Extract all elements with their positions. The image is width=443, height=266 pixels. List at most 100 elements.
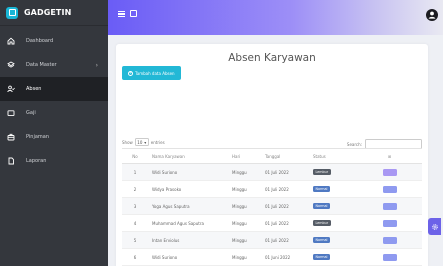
cell-hari: Minggu — [228, 248, 261, 266]
status-badge: Lembur — [313, 169, 331, 175]
cell-hari: Minggu — [228, 180, 261, 198]
sidebar-nav: Dashboard Data Master › Absen Gaji Pinja… — [0, 26, 108, 173]
layers-icon — [7, 61, 15, 69]
cell-nama: Widya Prasoko — [148, 180, 228, 198]
sidebar-item-dashboard[interactable]: Dashboard — [0, 29, 108, 53]
add-absen-label: Tambah data Absen — [135, 70, 175, 76]
cell-status: Lembur — [309, 163, 357, 181]
column-header-no[interactable]: No — [122, 148, 148, 164]
brand-name: GADGETIN — [24, 8, 72, 17]
cell-action — [357, 197, 422, 215]
edit-row-button[interactable] — [382, 219, 397, 227]
column-header-nama[interactable]: Nama Karyawan — [148, 148, 228, 164]
column-header-hari[interactable]: Hari — [228, 148, 261, 164]
brand-logo-icon — [6, 6, 18, 19]
table-body: 1 Widi Suriono Minggu 01 Juli 2022 Lembu… — [122, 163, 422, 266]
user-check-icon — [7, 85, 15, 93]
topbar — [108, 0, 443, 35]
chevron-down-icon: ▾ — [144, 139, 147, 145]
status-badge: Normal — [313, 203, 330, 209]
entries-length-control: Show 10 ▾ entries — [122, 138, 165, 146]
column-header-action-icon[interactable]: ⊞ — [357, 148, 422, 164]
file-icon — [7, 157, 15, 165]
cell-no: 5 — [122, 231, 148, 249]
cell-tanggal: 01 Juli 2022 — [261, 214, 309, 232]
cell-action — [357, 248, 422, 266]
page-title: Absen Karyawan — [228, 52, 316, 64]
search-label: Search: — [346, 141, 362, 147]
status-badge: Normal — [313, 186, 330, 192]
user-avatar-icon[interactable] — [426, 6, 438, 21]
cell-tanggal: 01 Juli 2022 — [261, 197, 309, 215]
edit-row-button[interactable] — [382, 185, 397, 193]
folder-icon — [7, 109, 15, 117]
edit-row-button[interactable] — [382, 202, 397, 210]
cell-tanggal: 01 Juni 2022 — [261, 248, 309, 266]
sidebar-item-data-master[interactable]: Data Master › — [0, 53, 108, 77]
cell-nama: Yoga Agus Saputra — [148, 197, 228, 215]
cell-action — [357, 180, 422, 198]
status-badge: Lembur — [313, 220, 331, 226]
table-row: 6 Widi Suriono Minggu 01 Juni 2022 Norma… — [122, 248, 422, 266]
table-row: 4 Muhammad Agus Saputra Minggu 01 Juli 2… — [122, 214, 422, 232]
cell-nama: Widi Suriono — [148, 163, 228, 181]
sidebar-item-label: Absen — [26, 86, 42, 92]
home-icon — [7, 37, 15, 45]
table-row: 5 Intan Erviolus Minggu 01 Juli 2022 Nor… — [122, 231, 422, 249]
cell-hari: Minggu — [228, 231, 261, 249]
show-prefix: Show — [122, 139, 133, 145]
cell-action — [357, 214, 422, 232]
sidebar-item-label: Laporan — [26, 158, 47, 164]
column-header-status[interactable]: Status — [309, 148, 357, 164]
cell-status: Normal — [309, 231, 357, 249]
status-badge: Normal — [313, 237, 330, 243]
cell-no: 3 — [122, 197, 148, 215]
entries-select[interactable]: 10 ▾ — [134, 138, 149, 146]
cell-nama: Muhammad Agus Saputra — [148, 214, 228, 232]
chevron-right-icon: › — [95, 61, 98, 69]
table-row: 2 Widya Prasoko Minggu 01 Juli 2022 Norm… — [122, 180, 422, 198]
sidebar-item-label: Gaji — [26, 110, 36, 116]
sidebar: GADGETIN Dashboard Data Master › Absen G… — [0, 0, 108, 266]
sidebar-item-absen[interactable]: Absen — [0, 77, 108, 101]
gear-icon — [431, 223, 438, 230]
cell-no: 2 — [122, 180, 148, 198]
plus-circle-icon: + — [128, 70, 133, 76]
fullscreen-icon[interactable] — [130, 10, 137, 17]
brand[interactable]: GADGETIN — [0, 0, 108, 26]
edit-row-button[interactable] — [382, 236, 397, 244]
sidebar-item-label: Data Master — [26, 62, 57, 68]
cell-action — [357, 231, 422, 249]
edit-row-button[interactable] — [382, 168, 397, 176]
status-badge: Normal — [313, 254, 330, 260]
cell-hari: Minggu — [228, 163, 261, 181]
add-absen-button[interactable]: + Tambah data Absen — [122, 66, 181, 80]
hamburger-menu-icon[interactable] — [118, 11, 125, 17]
column-header-tanggal[interactable]: Tanggal — [261, 148, 309, 164]
settings-gear-button[interactable] — [428, 218, 441, 235]
cell-no: 4 — [122, 214, 148, 232]
table-header-row: No Nama Karyawan Hari Tanggal Status ⊞ — [122, 148, 422, 164]
cell-no: 6 — [122, 248, 148, 266]
show-suffix: entries — [150, 139, 165, 145]
sidebar-item-gaji[interactable]: Gaji — [0, 101, 108, 125]
cell-nama: Intan Erviolus — [148, 231, 228, 249]
sidebar-item-laporan[interactable]: Laporan — [0, 149, 108, 173]
sidebar-item-label: Pinjaman — [26, 134, 50, 140]
cell-status: Normal — [309, 180, 357, 198]
sidebar-item-label: Dashboard — [26, 38, 54, 44]
table-row: 3 Yoga Agus Saputra Minggu 01 Juli 2022 … — [122, 197, 422, 215]
briefcase-icon — [7, 133, 15, 141]
cell-tanggal: 01 Juli 2022 — [261, 163, 309, 181]
edit-row-button[interactable] — [382, 253, 397, 261]
cell-nama: Widi Suriono — [148, 248, 228, 266]
cell-status: Normal — [309, 248, 357, 266]
cell-hari: Minggu — [228, 197, 261, 215]
cell-tanggal: 01 Juli 2022 — [261, 180, 309, 198]
absen-table: No Nama Karyawan Hari Tanggal Status ⊞ 1… — [122, 148, 422, 266]
sidebar-item-pinjaman[interactable]: Pinjaman — [0, 125, 108, 149]
entries-select-value: 10 — [137, 139, 143, 145]
cell-action — [357, 163, 422, 181]
cell-no: 1 — [122, 163, 148, 181]
cell-hari: Minggu — [228, 214, 261, 232]
